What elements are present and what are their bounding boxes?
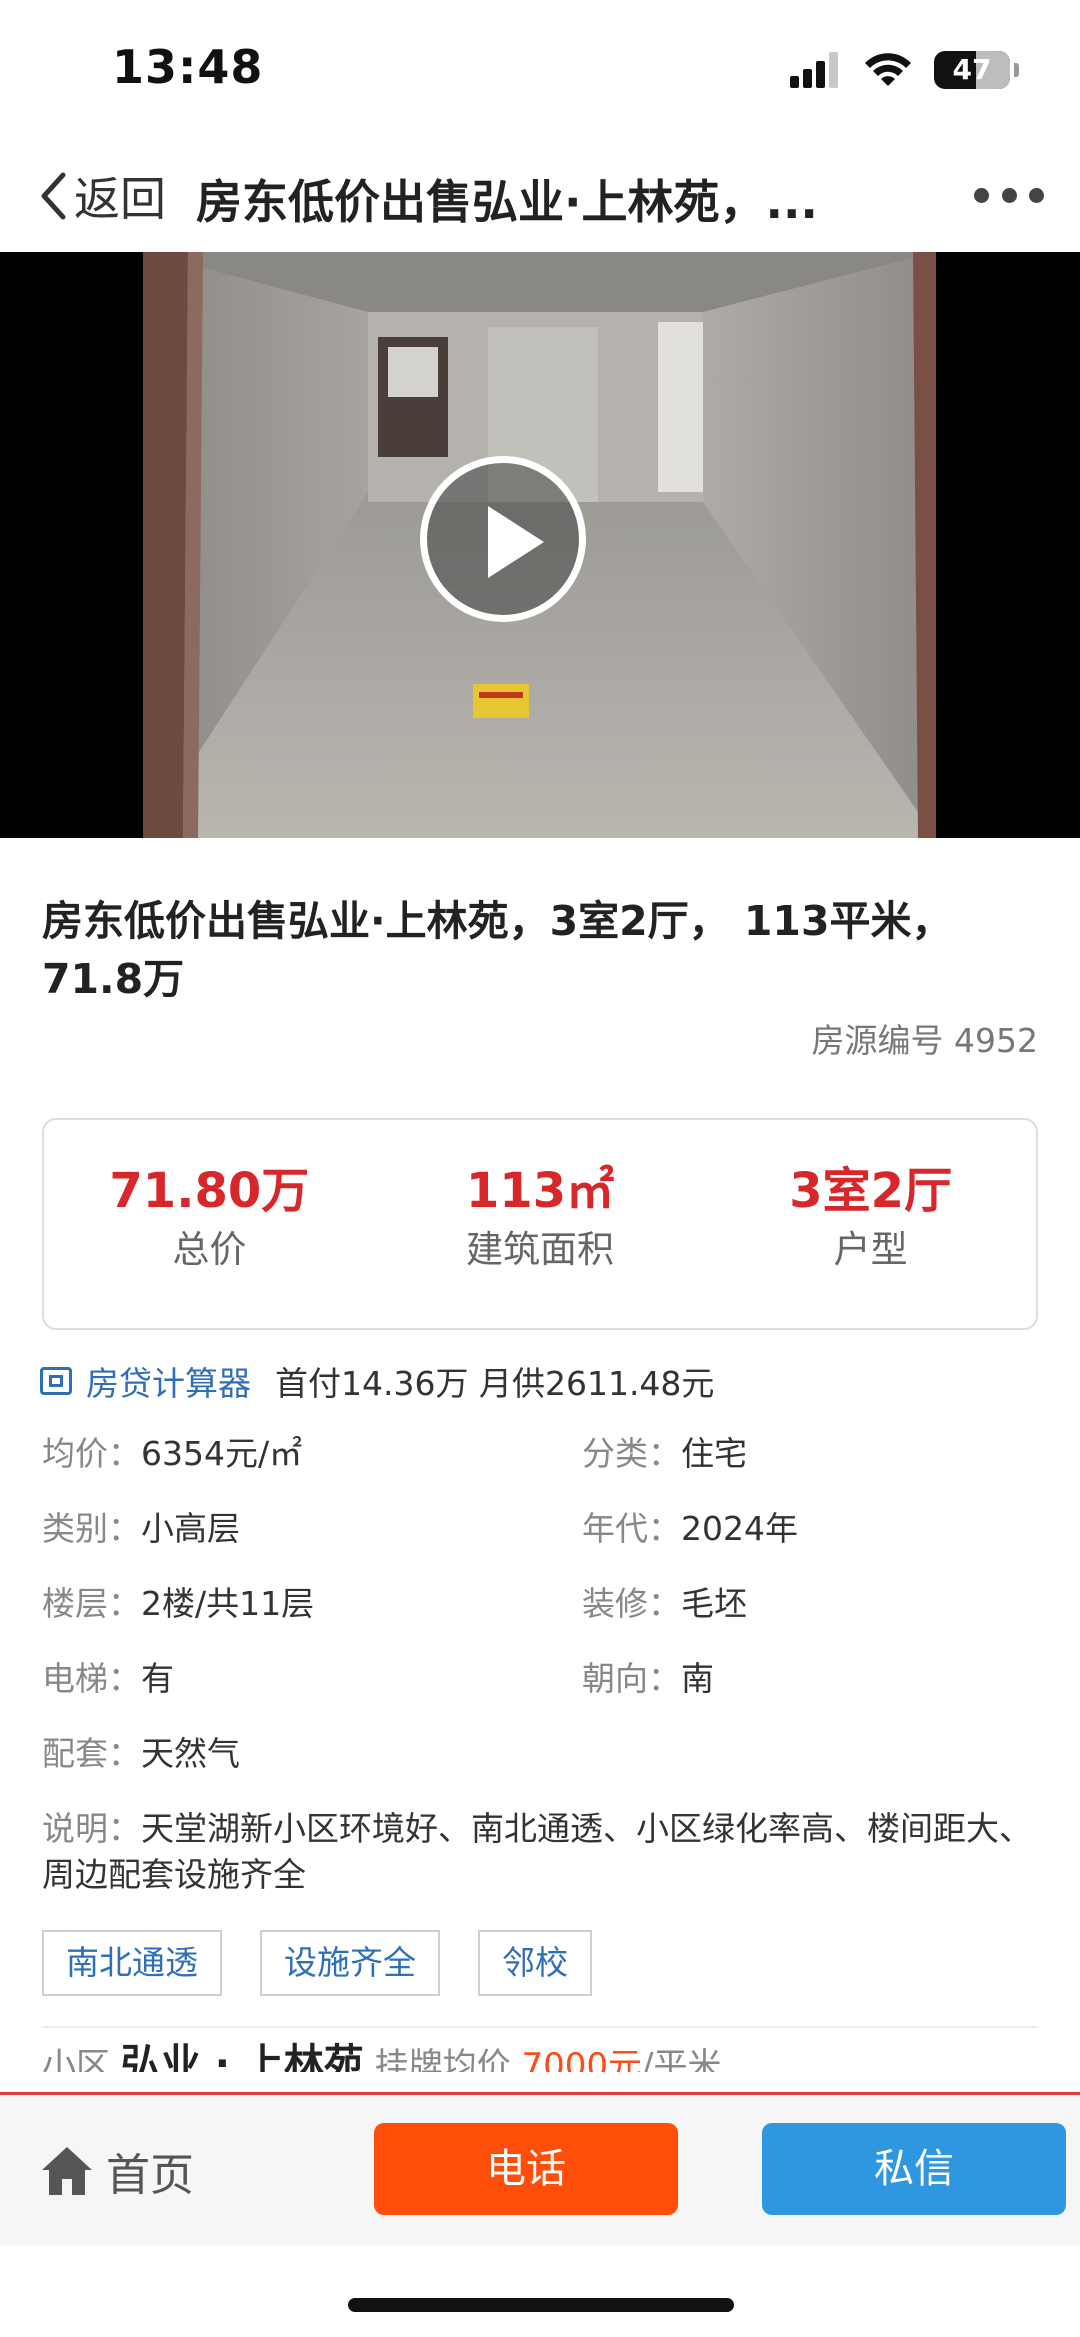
- stat-total-price: 71.80万 总价: [44, 1120, 375, 1328]
- detail-value: 有: [141, 1659, 174, 1698]
- more-dots-icon: [974, 187, 989, 203]
- detail-category: 分类：住宅: [582, 1430, 747, 1478]
- calculator-icon: [40, 1367, 72, 1395]
- battery-icon: 47: [934, 51, 1019, 89]
- bottom-action-bar: 首页 电话 私信: [0, 2092, 1080, 2245]
- chevron-left-icon: [41, 172, 66, 220]
- detail-facilities: 配套：天然气: [42, 1730, 240, 1778]
- stat-label: 户型: [833, 1228, 908, 1271]
- detail-type: 类别：小高层: [42, 1505, 240, 1553]
- community-price-unit: /平米: [642, 2046, 722, 2072]
- stat-value: 3室2厅: [789, 1163, 953, 1219]
- back-label: 返回: [74, 172, 166, 226]
- feature-tag: 南北通透: [42, 1930, 222, 1996]
- stat-value: 113㎡: [465, 1163, 615, 1219]
- listing-title: 房东低价出售弘业·上林苑，3室2厅， 113平米，71.8万: [42, 897, 953, 1003]
- loan-row: 房贷计算器 首付14.36万 月供2611.48元: [40, 1356, 714, 1406]
- status-icons: 47: [790, 48, 1019, 92]
- detail-value: 2024年: [681, 1509, 798, 1548]
- status-time: 13:48: [112, 40, 264, 94]
- community-name: 弘业 · 上林苑: [120, 2041, 364, 2072]
- detail-orientation: 朝向：南: [582, 1655, 714, 1703]
- play-icon: [488, 506, 544, 578]
- detail-key: 分类：: [582, 1434, 681, 1473]
- detail-unit-price: 均价：6354元/㎡: [42, 1430, 302, 1478]
- home-indicator[interactable]: [348, 2298, 734, 2312]
- community-price-value: 7000元: [521, 2046, 643, 2072]
- home-button[interactable]: 首页: [40, 2129, 194, 2213]
- stat-value: 71.80万: [109, 1163, 310, 1219]
- feature-tag: 邻校: [478, 1930, 592, 1996]
- mortgage-calculator-link[interactable]: 房贷计算器: [86, 1357, 251, 1405]
- community-row[interactable]: 小区 弘业 · 上林苑 挂牌均价 7000元/平米: [42, 2026, 721, 2072]
- detail-key: 朝向：: [582, 1659, 681, 1698]
- more-options-button[interactable]: [974, 170, 1044, 220]
- detail-key: 配套：: [42, 1734, 141, 1773]
- listing-id-label: 房源编号: [811, 1021, 944, 1060]
- stat-area: 113㎡ 建筑面积: [375, 1120, 706, 1328]
- stat-layout: 3室2厅 户型: [705, 1120, 1036, 1328]
- back-button[interactable]: 返回: [38, 164, 166, 228]
- detail-value: 南: [681, 1659, 714, 1698]
- status-bar: 13:48 47: [0, 0, 1080, 140]
- detail-key: 说明：: [42, 1809, 141, 1848]
- community-key: 小区: [42, 2046, 110, 2072]
- cellular-signal-icon: [790, 52, 838, 88]
- detail-value: 6354元/㎡: [141, 1434, 303, 1473]
- stat-label: 总价: [172, 1228, 247, 1271]
- community-price-label: 挂牌均价: [374, 2046, 511, 2072]
- detail-key: 装修：: [582, 1584, 681, 1623]
- detail-value: 天然气: [141, 1734, 240, 1773]
- detail-key: 电梯：: [42, 1659, 141, 1698]
- wifi-icon: [865, 53, 911, 86]
- play-button[interactable]: [420, 456, 586, 622]
- listing-id: 房源编号 4952: [812, 1014, 1038, 1062]
- stat-label: 建筑面积: [466, 1228, 614, 1271]
- detail-elevator: 电梯：有: [42, 1655, 174, 1703]
- nav-bar: 返回 房东低价出售弘业·上林苑，...: [0, 140, 1080, 253]
- detail-value: 小高层: [141, 1509, 240, 1548]
- message-button[interactable]: 私信: [762, 2123, 1066, 2215]
- detail-value: 天堂湖新小区环境好、南北通透、小区绿化率高、楼间距大、周边配套设施齐全: [42, 1809, 1032, 1894]
- video-player[interactable]: [0, 252, 1080, 838]
- detail-description: 说明：天堂湖新小区环境好、南北通透、小区绿化率高、楼间距大、周边配套设施齐全: [42, 1806, 1042, 1898]
- key-stats-card: 71.80万 总价 113㎡ 建筑面积 3室2厅 户型: [42, 1118, 1038, 1330]
- detail-key: 楼层：: [42, 1584, 141, 1623]
- page-title: 房东低价出售弘业·上林苑，...: [196, 175, 818, 229]
- detail-key: 均价：: [42, 1434, 141, 1473]
- battery-level: 47: [952, 53, 992, 86]
- home-label: 首页: [106, 2150, 194, 2201]
- detail-decoration: 装修：毛坯: [582, 1580, 747, 1628]
- detail-value: 毛坯: [681, 1584, 747, 1623]
- detail-value: 住宅: [681, 1434, 747, 1473]
- call-button[interactable]: 电话: [374, 2123, 678, 2215]
- loan-summary: 首付14.36万 月供2611.48元: [275, 1364, 715, 1403]
- detail-key: 类别：: [42, 1509, 141, 1548]
- detail-year: 年代：2024年: [582, 1505, 798, 1553]
- detail-key: 年代：: [582, 1509, 681, 1548]
- listing-id-value: 4952: [954, 1021, 1038, 1060]
- detail-floor: 楼层：2楼/共11层: [42, 1580, 314, 1628]
- detail-value: 2楼/共11层: [141, 1584, 315, 1623]
- feature-tag: 设施齐全: [260, 1930, 440, 1996]
- home-icon: [42, 2147, 92, 2195]
